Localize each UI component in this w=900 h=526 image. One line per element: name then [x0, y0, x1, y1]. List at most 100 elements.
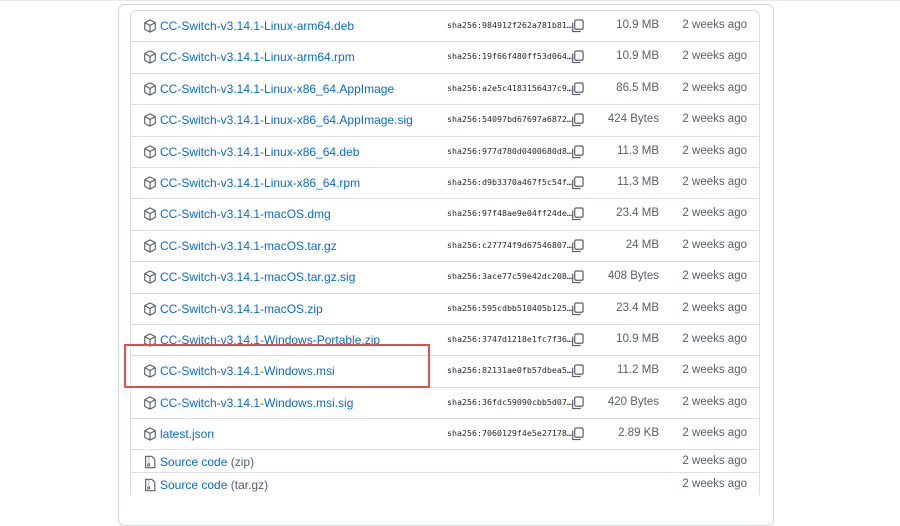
asset-row-selected: CC-Switch-v3.14.1-Windows.msi sha256:821… — [130, 355, 760, 387]
asset-row: CC-Switch-v3.14.1-Linux-x86_64.AppImage … — [130, 72, 760, 105]
copy-icon[interactable] — [571, 82, 584, 96]
asset-sha256: sha256:c27774f9d67546807… — [447, 239, 572, 250]
asset-sha256: sha256:36fdc59090cbb5d07… — [447, 396, 572, 407]
asset-link[interactable]: CC-Switch-v3.14.1-Linux-x86_64.deb — [160, 145, 359, 159]
asset-sha256: sha256:595cdbb510405b125… — [447, 302, 572, 313]
asset-age: 2 weeks ago — [682, 332, 747, 345]
asset-sha256: sha256:7060129f4e5e27178… — [447, 428, 572, 439]
asset-row: CC-Switch-v3.14.1-Linux-arm64.deb sha256… — [130, 10, 760, 42]
package-icon — [144, 207, 156, 222]
asset-size: 11.2 MB — [617, 364, 659, 377]
asset-size: 10.9 MB — [616, 50, 659, 63]
asset-age: 2 weeks ago — [682, 364, 747, 377]
asset-size: 10.9 MB — [616, 332, 659, 345]
source-code-row: Source code (zip) 2 weeks ago — [130, 449, 760, 473]
package-icon — [144, 144, 156, 159]
source-code-row: Source code (tar.gz) 2 weeks ago — [130, 472, 760, 496]
asset-sha256: sha256:977d780d0400680d8… — [447, 145, 572, 156]
copy-icon[interactable] — [571, 239, 584, 253]
asset-row: CC-Switch-v3.14.1-Windows.msi.sig sha256… — [130, 386, 760, 419]
asset-age: 2 weeks ago — [682, 270, 747, 283]
package-icon — [144, 270, 156, 284]
asset-age: 2 weeks ago — [682, 19, 747, 31]
copy-icon[interactable] — [571, 144, 584, 159]
copy-icon[interactable] — [571, 207, 584, 221]
asset-link[interactable]: CC-Switch-v3.14.1-Linux-arm64.rpm — [160, 50, 355, 64]
asset-sha256: sha256:a2e5c4183156437c9… — [447, 82, 572, 93]
package-icon — [144, 301, 156, 316]
asset-link[interactable]: latest.json — [160, 427, 214, 441]
source-code-age: 2 weeks ago — [682, 478, 747, 491]
asset-age: 2 weeks ago — [682, 207, 747, 220]
asset-sha256: sha256:82131ae0fb57dbea5… — [447, 365, 572, 376]
asset-size: 86.5 MB — [616, 81, 659, 94]
asset-age: 2 weeks ago — [682, 395, 747, 408]
asset-age: 2 weeks ago — [682, 427, 747, 440]
asset-sha256: sha256:d9b3370a467f5c54f… — [447, 176, 572, 187]
asset-row: CC-Switch-v3.14.1-macOS.zip sha256:595cd… — [130, 292, 760, 324]
copy-icon[interactable] — [571, 396, 584, 410]
asset-age: 2 weeks ago — [682, 175, 747, 188]
package-icon — [144, 19, 156, 33]
asset-size: 11.3 MB — [617, 175, 659, 188]
asset-age: 2 weeks ago — [682, 50, 747, 63]
copy-icon[interactable] — [571, 19, 584, 33]
asset-size: 23.4 MB — [616, 301, 659, 314]
package-icon — [144, 82, 156, 96]
package-icon — [144, 427, 156, 441]
asset-row: CC-Switch-v3.14.1-macOS.tar.gz.sig sha25… — [130, 261, 760, 293]
source-code-format: (tar.gz) — [230, 478, 269, 493]
asset-row: CC-Switch-v3.14.1-macOS.dmg sha256:97f48… — [130, 198, 760, 230]
asset-age: 2 weeks ago — [682, 238, 747, 251]
asset-size: 2.89 KB — [618, 427, 659, 440]
source-code-zip-link[interactable]: Source code (zip) — [160, 455, 254, 469]
copy-icon[interactable] — [571, 113, 584, 127]
asset-sha256: sha256:3747d1218e1fc7f36… — [447, 333, 572, 344]
copy-icon[interactable] — [571, 364, 584, 378]
package-icon — [144, 333, 156, 347]
package-icon — [144, 176, 156, 190]
top-divider — [0, 0, 900, 1]
package-icon — [144, 113, 156, 127]
copy-icon[interactable] — [571, 333, 584, 347]
asset-size: 11.3 MB — [617, 144, 659, 157]
asset-link[interactable]: CC-Switch-v3.14.1-Linux-arm64.deb — [160, 19, 354, 33]
asset-size: 10.9 MB — [616, 19, 659, 31]
package-icon — [144, 239, 156, 253]
asset-size: 408 Bytes — [607, 270, 659, 283]
asset-link[interactable]: CC-Switch-v3.14.1-Linux-x86_64.AppImage — [160, 82, 394, 96]
asset-size: 424 Bytes — [607, 113, 659, 126]
package-icon — [144, 395, 156, 410]
asset-row: CC-Switch-v3.14.1-Linux-x86_64.rpm sha25… — [130, 166, 760, 199]
package-icon — [144, 50, 156, 65]
file-zip-icon — [145, 456, 156, 469]
asset-sha256: sha256:97f48ae9e04ff24de… — [447, 208, 572, 219]
asset-row: CC-Switch-v3.14.1-Windows-Portable.zip s… — [130, 323, 760, 356]
asset-age: 2 weeks ago — [682, 81, 747, 94]
copy-icon[interactable] — [571, 176, 584, 190]
asset-link[interactable]: CC-Switch-v3.14.1-Windows-Portable.zip — [160, 333, 380, 347]
asset-link[interactable]: CC-Switch-v3.14.1-macOS.tar.gz — [160, 239, 337, 253]
asset-row: CC-Switch-v3.14.1-macOS.tar.gz sha256:c2… — [130, 229, 760, 262]
asset-link[interactable]: CC-Switch-v3.14.1-macOS.zip — [160, 302, 323, 316]
asset-link[interactable]: CC-Switch-v3.14.1-macOS.tar.gz.sig — [160, 270, 355, 284]
asset-row: CC-Switch-v3.14.1-Linux-x86_64.deb sha25… — [130, 135, 760, 167]
asset-link[interactable]: CC-Switch-v3.14.1-Windows.msi.sig — [160, 396, 353, 410]
asset-sha256: sha256:54097bd67697a6872… — [447, 114, 572, 125]
asset-link[interactable]: CC-Switch-v3.14.1-Windows.msi — [160, 364, 335, 378]
copy-icon[interactable] — [571, 50, 584, 64]
asset-sha256: sha256:3ace77c59e42dc208… — [447, 271, 572, 282]
source-code-label: Source code — [160, 455, 228, 470]
package-icon — [144, 364, 156, 378]
asset-link[interactable]: CC-Switch-v3.14.1-Linux-x86_64.rpm — [160, 176, 360, 190]
asset-row: CC-Switch-v3.14.1-Linux-x86_64.AppImage.… — [130, 104, 760, 136]
source-code-targz-link[interactable]: Source code (tar.gz) — [160, 478, 268, 492]
asset-link[interactable]: CC-Switch-v3.14.1-Linux-x86_64.AppImage.… — [160, 113, 413, 127]
asset-sha256: sha256:984912f262a781b81… — [447, 20, 572, 30]
copy-icon[interactable] — [571, 301, 584, 316]
file-zip-icon — [145, 479, 156, 492]
copy-icon[interactable] — [571, 270, 584, 284]
asset-link[interactable]: CC-Switch-v3.14.1-macOS.dmg — [160, 207, 331, 221]
copy-icon[interactable] — [571, 427, 584, 441]
assets-list: CC-Switch-v3.14.1-Linux-arm64.deb sha256… — [130, 10, 760, 496]
